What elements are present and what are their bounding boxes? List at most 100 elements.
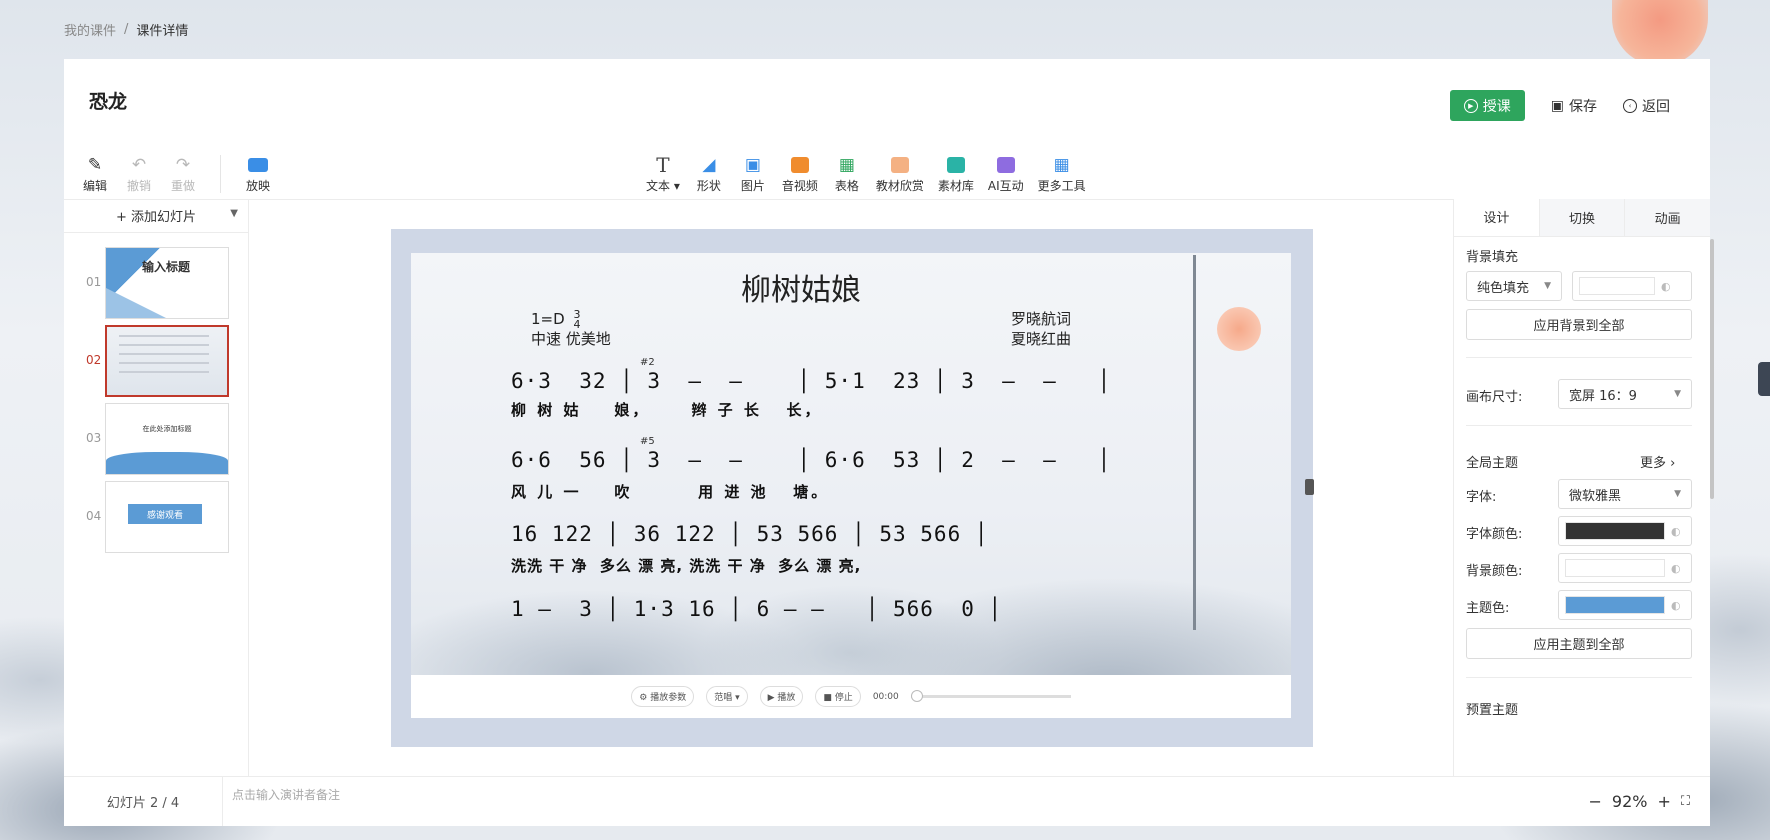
tab-transition[interactable]: 切换 bbox=[1538, 199, 1625, 236]
redo-icon: ↷ bbox=[175, 155, 191, 175]
speaker-notes-input[interactable]: 点击输入演讲者备注 bbox=[232, 786, 340, 803]
fullscreen-icon[interactable]: ⛶ bbox=[1681, 794, 1690, 809]
font-select[interactable]: 微软雅黑 ▼ bbox=[1558, 479, 1692, 509]
back-button-label: 返回 bbox=[1642, 98, 1670, 115]
background-sun bbox=[1612, 0, 1708, 66]
font-color-picker[interactable]: ◐ bbox=[1558, 516, 1692, 546]
canvas-size-label: 画布尺寸: bbox=[1466, 390, 1523, 405]
ai-tool-label: AI互动 bbox=[987, 179, 1024, 193]
slide-canvas[interactable]: 柳树姑娘 1=D 3 4 中速 优美地 罗晓航词 夏晓红曲 #2 6·3 32 … bbox=[391, 229, 1313, 747]
save-button[interactable]: ▣ 保存 bbox=[1551, 96, 1597, 116]
canvas-size-select[interactable]: 宽屏 16：9 ▼ bbox=[1558, 379, 1692, 409]
palette-icon: ◐ bbox=[1671, 524, 1681, 538]
progress-slider[interactable] bbox=[910, 690, 1071, 702]
slide-thumb-row[interactable]: 02 bbox=[64, 325, 249, 397]
textbook-tool[interactable]: 教材欣赏 bbox=[876, 155, 924, 194]
thumb-title: 感谢观看 bbox=[128, 504, 202, 524]
slides-panel: + 添加幻灯片 ▼ 01 输入标题 02 03 在此处添加标题 04 感谢观看 bbox=[64, 199, 249, 776]
slide-thumbnail-active[interactable] bbox=[105, 325, 229, 397]
slide-thumb-row[interactable]: 03 在此处添加标题 bbox=[64, 403, 249, 475]
tab-animation[interactable]: 动画 bbox=[1624, 199, 1711, 236]
stop-button[interactable]: ■ 停止 bbox=[815, 686, 861, 707]
slide-thumb-row[interactable]: 01 输入标题 bbox=[64, 247, 249, 319]
table-icon: ▦ bbox=[838, 155, 855, 175]
palette-icon: ◐ bbox=[1671, 598, 1681, 612]
play-params-button[interactable]: ⚙ 播放参数 bbox=[631, 686, 695, 707]
material-tool[interactable]: 素材库 bbox=[938, 155, 974, 194]
back-button[interactable]: ‹ 返回 bbox=[1623, 96, 1670, 116]
book-icon bbox=[890, 155, 909, 175]
breadcrumb-parent[interactable]: 我的课件 bbox=[64, 20, 116, 39]
lyric-row: 洗洗 干 净 多么 漂 亮, 洗洗 干 净 多么 漂 亮, bbox=[511, 557, 862, 575]
image-icon: ▣ bbox=[744, 155, 761, 175]
bg-fill-swatch bbox=[1579, 277, 1655, 295]
text-tool-label: 文本 ▾ bbox=[646, 179, 680, 193]
slide-thumbnail[interactable]: 感谢观看 bbox=[105, 481, 229, 553]
footer-divider-line bbox=[64, 776, 1710, 777]
image-tool[interactable]: ▣ 图片 bbox=[738, 155, 768, 194]
edit-tool[interactable]: ✎ 编辑 bbox=[80, 155, 110, 194]
chevron-down-icon[interactable]: ▼ bbox=[230, 208, 238, 219]
bg-color-picker[interactable]: ◐ bbox=[1558, 553, 1692, 583]
canvas-size-value: 宽屏 16：9 bbox=[1569, 388, 1637, 404]
media-tool[interactable]: 音视频 bbox=[782, 155, 818, 194]
collapse-panel-handle[interactable] bbox=[1305, 479, 1314, 495]
slide-content[interactable]: 柳树姑娘 1=D 3 4 中速 优美地 罗晓航词 夏晓红曲 #2 6·3 32 … bbox=[411, 253, 1291, 675]
tempo-text: 中速 优美地 bbox=[531, 330, 611, 348]
play-button[interactable]: ▶ 播放 bbox=[759, 686, 804, 707]
slide-thumbnail[interactable]: 输入标题 bbox=[105, 247, 229, 319]
apply-bg-all-button[interactable]: 应用背景到全部 bbox=[1466, 309, 1692, 340]
undo-tool[interactable]: ↶ 撤销 bbox=[124, 155, 154, 194]
slide-number: 02 bbox=[86, 353, 102, 367]
chevron-down-icon: ▼ bbox=[1674, 489, 1681, 499]
slide-thumb-row[interactable]: 04 感谢观看 bbox=[64, 481, 249, 553]
add-slide-button[interactable]: + 添加幻灯片 ▼ bbox=[64, 199, 248, 233]
theme-color-picker[interactable]: ◐ bbox=[1558, 590, 1692, 620]
tab-design[interactable]: 设计 bbox=[1454, 199, 1539, 236]
more-tools[interactable]: ▦ 更多工具 bbox=[1038, 155, 1086, 194]
progress-knob[interactable] bbox=[910, 690, 923, 702]
lyric-row: 柳 树 姑 娘， 辫 子 长 长， bbox=[511, 401, 823, 419]
more-themes-link[interactable]: 更多 › bbox=[1640, 452, 1675, 471]
chevron-down-icon: ▼ bbox=[1674, 389, 1681, 399]
mode-select[interactable]: 范唱 ▾ bbox=[706, 686, 748, 707]
apply-theme-all-button[interactable]: 应用主题到全部 bbox=[1466, 628, 1692, 659]
score-row: 6·6 56 │ 3 – – │ 6·6 53 │ 2 – – │ bbox=[511, 448, 1112, 472]
bg-fill-select[interactable]: 纯色填充 ▼ bbox=[1466, 271, 1562, 301]
font-color-swatch bbox=[1565, 522, 1665, 540]
font-value: 微软雅黑 bbox=[1569, 488, 1622, 504]
folder-icon bbox=[946, 155, 965, 175]
ai-tool[interactable]: AI互动 bbox=[988, 155, 1024, 194]
undo-tool-label: 撤销 bbox=[126, 179, 151, 193]
side-drawer-handle[interactable] bbox=[1758, 362, 1770, 396]
text-tool[interactable]: T 文本 ▾ bbox=[646, 153, 680, 194]
redo-tool[interactable]: ↷ 重做 bbox=[168, 155, 198, 194]
shape-tool-label: 形状 bbox=[696, 179, 721, 193]
composer-text: 夏晓红曲 bbox=[1011, 330, 1072, 348]
present-tool[interactable]: 放映 bbox=[243, 155, 273, 194]
audio-player: ⚙ 播放参数 范唱 ▾ ▶ 播放 ■ 停止 00:00 bbox=[411, 675, 1291, 718]
slide-number: 03 bbox=[86, 431, 102, 445]
properties-panel: 设计 切换 动画 背景填充 纯色填充 ▼ ◐ 应用背景到全部 画布尺寸: 宽屏 1… bbox=[1453, 199, 1714, 776]
lyricist-text: 罗晓航词 bbox=[1011, 310, 1072, 328]
zoom-out-button[interactable]: − bbox=[1589, 792, 1602, 811]
breadcrumb: 我的课件 / 课件详情 bbox=[64, 20, 188, 39]
teach-button[interactable]: ▶ 授课 bbox=[1449, 90, 1525, 121]
shape-tool[interactable]: ◢ 形状 bbox=[694, 155, 724, 194]
slide-thumbnail[interactable]: 在此处添加标题 bbox=[105, 403, 229, 475]
table-tool[interactable]: ▦ 表格 bbox=[832, 155, 862, 194]
camera-icon bbox=[248, 155, 268, 175]
zoom-in-button[interactable]: + bbox=[1657, 792, 1670, 811]
save-icon: ▣ bbox=[1550, 97, 1564, 114]
lyric-row: 风 儿 一 吹 用 进 池 塘。 bbox=[511, 483, 830, 501]
text-icon: T bbox=[656, 153, 670, 177]
panel-divider bbox=[1466, 677, 1692, 678]
material-tool-label: 素材库 bbox=[937, 179, 974, 193]
preset-theme-label: 预置主题 bbox=[1466, 703, 1519, 718]
slide-divider-bar bbox=[1193, 255, 1196, 630]
bg-fill-color-picker[interactable]: ◐ bbox=[1572, 271, 1692, 301]
play-circle-icon: ▶ bbox=[1463, 98, 1478, 113]
thumb-title: 输入标题 bbox=[142, 260, 191, 274]
panel-scrollbar[interactable] bbox=[1710, 239, 1714, 499]
grid-icon: ▦ bbox=[1053, 155, 1070, 175]
